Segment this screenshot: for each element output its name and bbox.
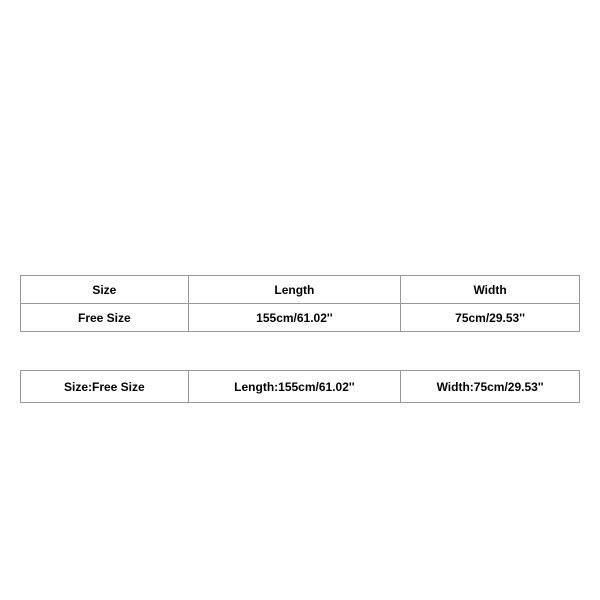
header-size: Size xyxy=(21,276,189,304)
size-table-summary: Size:Free Size Length:155cm/61.02'' Widt… xyxy=(20,370,580,403)
table-row: Free Size 155cm/61.02'' 75cm/29.53'' xyxy=(21,304,580,332)
size-chart-wrapper: Size Length Width Free Size 155cm/61.02'… xyxy=(20,275,580,403)
summary-length: Length:155cm/61.02'' xyxy=(188,371,400,403)
cell-width: 75cm/29.53'' xyxy=(401,304,580,332)
cell-size: Free Size xyxy=(21,304,189,332)
header-length: Length xyxy=(188,276,400,304)
summary-size: Size:Free Size xyxy=(21,371,189,403)
table-header-row: Size Length Width xyxy=(21,276,580,304)
cell-length: 155cm/61.02'' xyxy=(188,304,400,332)
summary-width: Width:75cm/29.53'' xyxy=(401,371,580,403)
header-width: Width xyxy=(401,276,580,304)
table-row: Size:Free Size Length:155cm/61.02'' Widt… xyxy=(21,371,580,403)
size-table-main: Size Length Width Free Size 155cm/61.02'… xyxy=(20,275,580,332)
